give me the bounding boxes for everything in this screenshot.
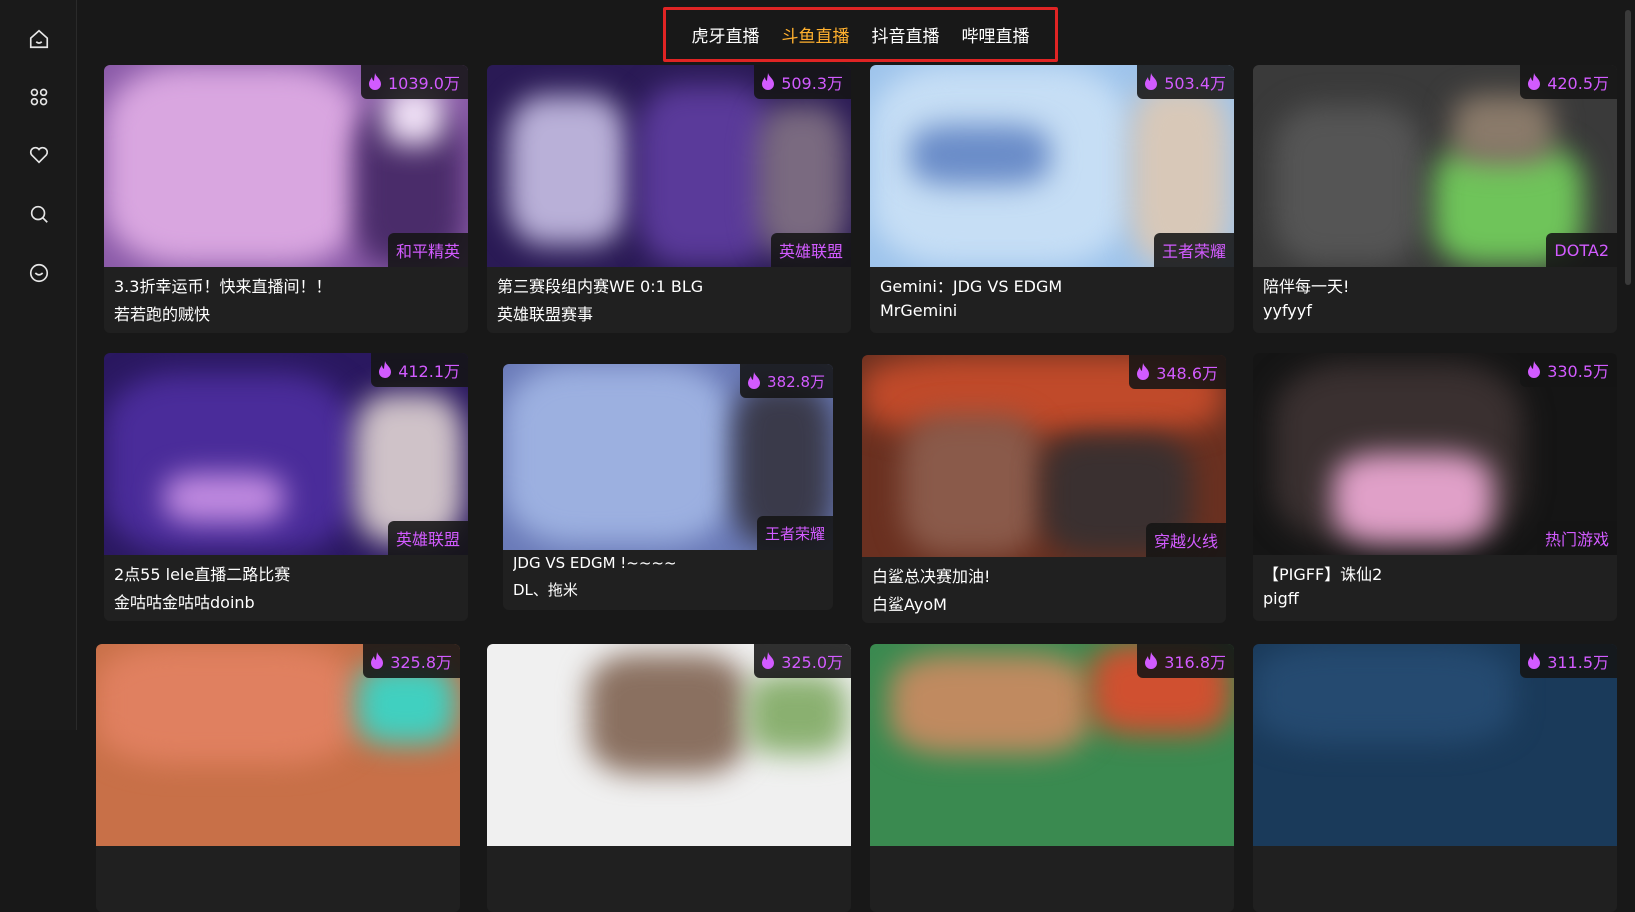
- category-badge: DOTA2: [1546, 233, 1617, 267]
- viewer-count: 348.6万: [1156, 364, 1218, 383]
- viewer-count: 325.8万: [390, 653, 452, 672]
- category-badge: 热门游戏: [1536, 521, 1617, 555]
- flame-icon: [369, 73, 381, 90]
- stream-card[interactable]: 420.5万 DOTA2 陪伴每一天! yyfyyf: [1253, 65, 1617, 333]
- viewer-count-badge: 348.6万: [1129, 355, 1226, 389]
- scrollbar-thumb[interactable]: [1625, 10, 1631, 285]
- stream-title: Gemini：JDG VS EDGM: [880, 277, 1063, 296]
- stream-title: 2点55 lele直播二路比赛: [114, 565, 291, 584]
- heart-icon: [29, 146, 49, 164]
- stream-title: 陪伴每一天!: [1263, 277, 1350, 296]
- flame-icon: [762, 652, 775, 669]
- streamer-name: 白鲨AyoM: [872, 595, 947, 614]
- viewer-count: 420.5万: [1547, 74, 1609, 93]
- tab-douyu[interactable]: 斗鱼直播: [782, 22, 850, 47]
- flame-icon: [1145, 652, 1158, 669]
- flame-icon: [1137, 363, 1150, 380]
- stream-card[interactable]: 1039.0万 和平精英 3.3折幸运币！快来直播间！！ 若若跑的贼快: [104, 65, 468, 333]
- profile-icon: [29, 263, 49, 283]
- tab-douyin[interactable]: 抖音直播: [872, 22, 940, 47]
- flame-icon: [1528, 652, 1541, 669]
- category-badge: 英雄联盟: [770, 233, 851, 267]
- flame-icon: [1528, 361, 1541, 378]
- streamer-name: MrGemini: [880, 301, 958, 320]
- category-badge: 英雄联盟: [387, 521, 468, 555]
- apps-icon: [30, 88, 48, 106]
- stream-card[interactable]: 412.1万 英雄联盟 2点55 lele直播二路比赛 金咕咕金咕咕doinb: [104, 353, 468, 621]
- viewer-count-badge: 503.4万: [1137, 65, 1234, 99]
- viewer-count: 382.8万: [767, 372, 825, 391]
- flame-icon: [1145, 73, 1158, 90]
- stream-title: JDG VS EDGM !~~~~: [513, 554, 677, 572]
- nav-home[interactable]: [24, 24, 54, 54]
- stream-card[interactable]: 325.0万: [487, 644, 851, 912]
- stream-title: 【PIGFF】诛仙2: [1263, 565, 1383, 584]
- streamer-name: yyfyyf: [1263, 301, 1312, 320]
- stream-card[interactable]: 348.6万 穿越火线 白鲨总决赛加油! 白鲨AyoM: [862, 355, 1226, 623]
- nav-apps[interactable]: [24, 82, 54, 112]
- stream-card[interactable]: 316.8万: [870, 644, 1234, 912]
- stream-card[interactable]: 509.3万 英雄联盟 第三赛段组内赛WE 0:1 BLG 英雄联盟赛事: [487, 65, 851, 333]
- category-badge: 王者荣耀: [1153, 233, 1234, 267]
- stream-grid: 1039.0万 和平精英 3.3折幸运币！快来直播间！！ 若若跑的贼快 509.…: [0, 0, 1635, 912]
- viewer-count: 311.5万: [1547, 653, 1609, 672]
- viewer-count: 503.4万: [1164, 74, 1226, 93]
- viewer-count-badge: 311.5万: [1520, 644, 1617, 678]
- viewer-count: 316.8万: [1164, 653, 1226, 672]
- sidebar: [0, 0, 77, 730]
- tab-bilibili[interactable]: 哔哩直播: [962, 22, 1030, 47]
- viewer-count-badge: 316.8万: [1137, 644, 1234, 678]
- nav-search[interactable]: [24, 199, 54, 229]
- streamer-name: 英雄联盟赛事: [497, 305, 594, 324]
- streamer-name: 金咕咕金咕咕doinb: [114, 593, 255, 612]
- platform-tabs: 虎牙直播 斗鱼直播 抖音直播 哔哩直播: [663, 7, 1058, 62]
- nav-profile[interactable]: [24, 258, 54, 288]
- stream-title: 3.3折幸运币！快来直播间！！: [114, 277, 332, 296]
- stream-card[interactable]: 330.5万 热门游戏 【PIGFF】诛仙2 pigff: [1253, 353, 1617, 621]
- viewer-count-badge: 325.0万: [754, 644, 851, 678]
- streamer-name: pigff: [1263, 589, 1299, 608]
- viewer-count: 509.3万: [781, 74, 843, 93]
- stream-card[interactable]: 311.5万: [1253, 644, 1617, 912]
- flame-icon: [748, 372, 761, 389]
- flame-icon: [762, 73, 775, 90]
- stream-title: 白鲨总决赛加油!: [872, 567, 991, 586]
- category-badge: 和平精英: [387, 233, 468, 267]
- category-badge: 穿越火线: [1145, 523, 1226, 557]
- flame-icon: [371, 652, 384, 669]
- nav-favorites[interactable]: [24, 140, 54, 170]
- viewer-count: 412.1万: [398, 362, 460, 381]
- viewer-count-badge: 330.5万: [1520, 353, 1617, 387]
- viewer-count: 325.0万: [781, 653, 843, 672]
- viewer-count-badge: 420.5万: [1520, 65, 1617, 99]
- tab-huya[interactable]: 虎牙直播: [692, 22, 760, 47]
- viewer-count-badge: 509.3万: [754, 65, 851, 99]
- search-icon: [30, 205, 48, 223]
- viewer-count-badge: 412.1万: [371, 353, 468, 387]
- stream-card[interactable]: 325.8万: [96, 644, 460, 912]
- viewer-count-badge: 325.8万: [363, 644, 460, 678]
- viewer-count-badge: 1039.0万: [361, 65, 468, 99]
- streamer-name: 若若跑的贼快: [114, 305, 211, 324]
- streamer-name: DL、拖米: [513, 581, 578, 599]
- stream-card[interactable]: 503.4万 王者荣耀 Gemini：JDG VS EDGM MrGemini: [870, 65, 1234, 333]
- viewer-count: 330.5万: [1547, 362, 1609, 381]
- viewer-count-badge: 382.8万: [740, 364, 833, 398]
- home-icon: [29, 29, 49, 49]
- flame-icon: [1528, 73, 1541, 90]
- stream-title: 第三赛段组内赛WE 0:1 BLG: [497, 277, 704, 296]
- category-badge: 王者荣耀: [756, 516, 833, 550]
- stream-card[interactable]: 382.8万 王者荣耀 JDG VS EDGM !~~~~ DL、拖米: [503, 364, 833, 610]
- viewer-count: 1039.0万: [388, 74, 460, 93]
- flame-icon: [379, 361, 392, 378]
